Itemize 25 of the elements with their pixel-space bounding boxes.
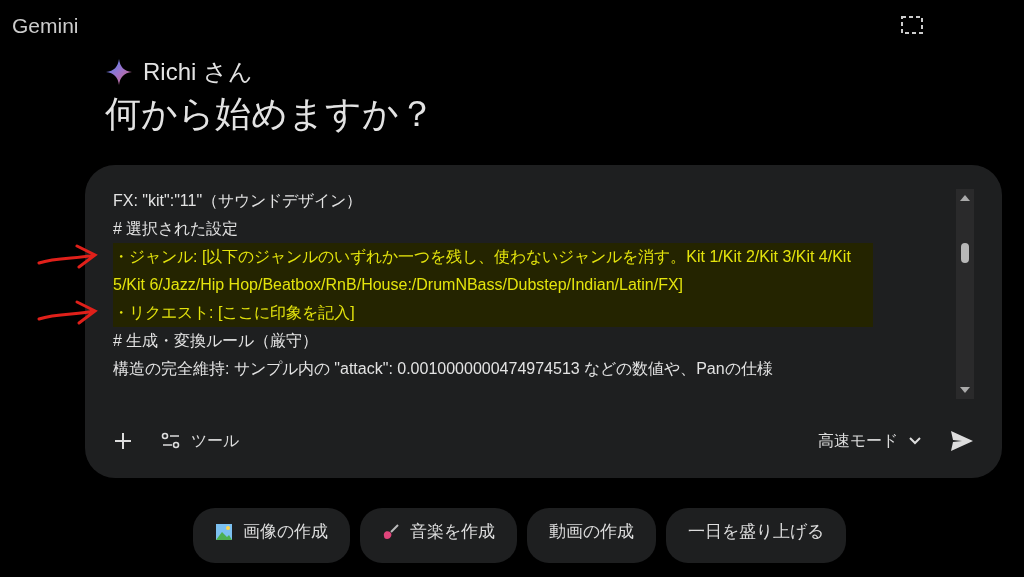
scrollbar-thumb[interactable] [961, 243, 969, 263]
greeting-name: Richi さん [143, 57, 253, 87]
prompt-line: 構造の完全維持: サンプル内の "attack": 0.0010000000474974513 などの数値や、Panの仕様 [113, 359, 774, 379]
app-title[interactable]: Gemini [12, 14, 79, 38]
mode-dropdown[interactable]: 高速モード [818, 430, 922, 452]
send-icon[interactable] [950, 430, 974, 452]
suggestion-chip[interactable]: 動画の作成 [527, 508, 656, 563]
chevron-down-icon [908, 436, 922, 446]
scroll-down-icon[interactable] [958, 385, 972, 395]
suggestion-chip[interactable]: 音楽を作成 [360, 508, 517, 563]
scrollbar[interactable] [956, 189, 974, 399]
greeting-heading: 何から始めますか？ [105, 92, 436, 136]
plus-icon[interactable] [113, 431, 133, 451]
suggestion-chip[interactable]: 一日を盛り上げる [666, 508, 846, 563]
screenshot-icon[interactable] [900, 15, 924, 37]
tools-button[interactable]: ツール [161, 430, 239, 452]
prompt-line: FX: "kit":"11"（サウンドデザイン） [113, 191, 364, 211]
prompt-line: # 選択された設定 [113, 219, 240, 239]
suggestion-chip[interactable]: 画像の作成 [193, 508, 350, 563]
prompt-line: # 生成・変換ルール（厳守） [113, 331, 320, 351]
scroll-up-icon[interactable] [958, 193, 972, 203]
sliders-icon [161, 432, 181, 450]
guitar-icon [382, 522, 400, 541]
image-icon [215, 522, 233, 541]
sparkle-icon [105, 58, 133, 86]
